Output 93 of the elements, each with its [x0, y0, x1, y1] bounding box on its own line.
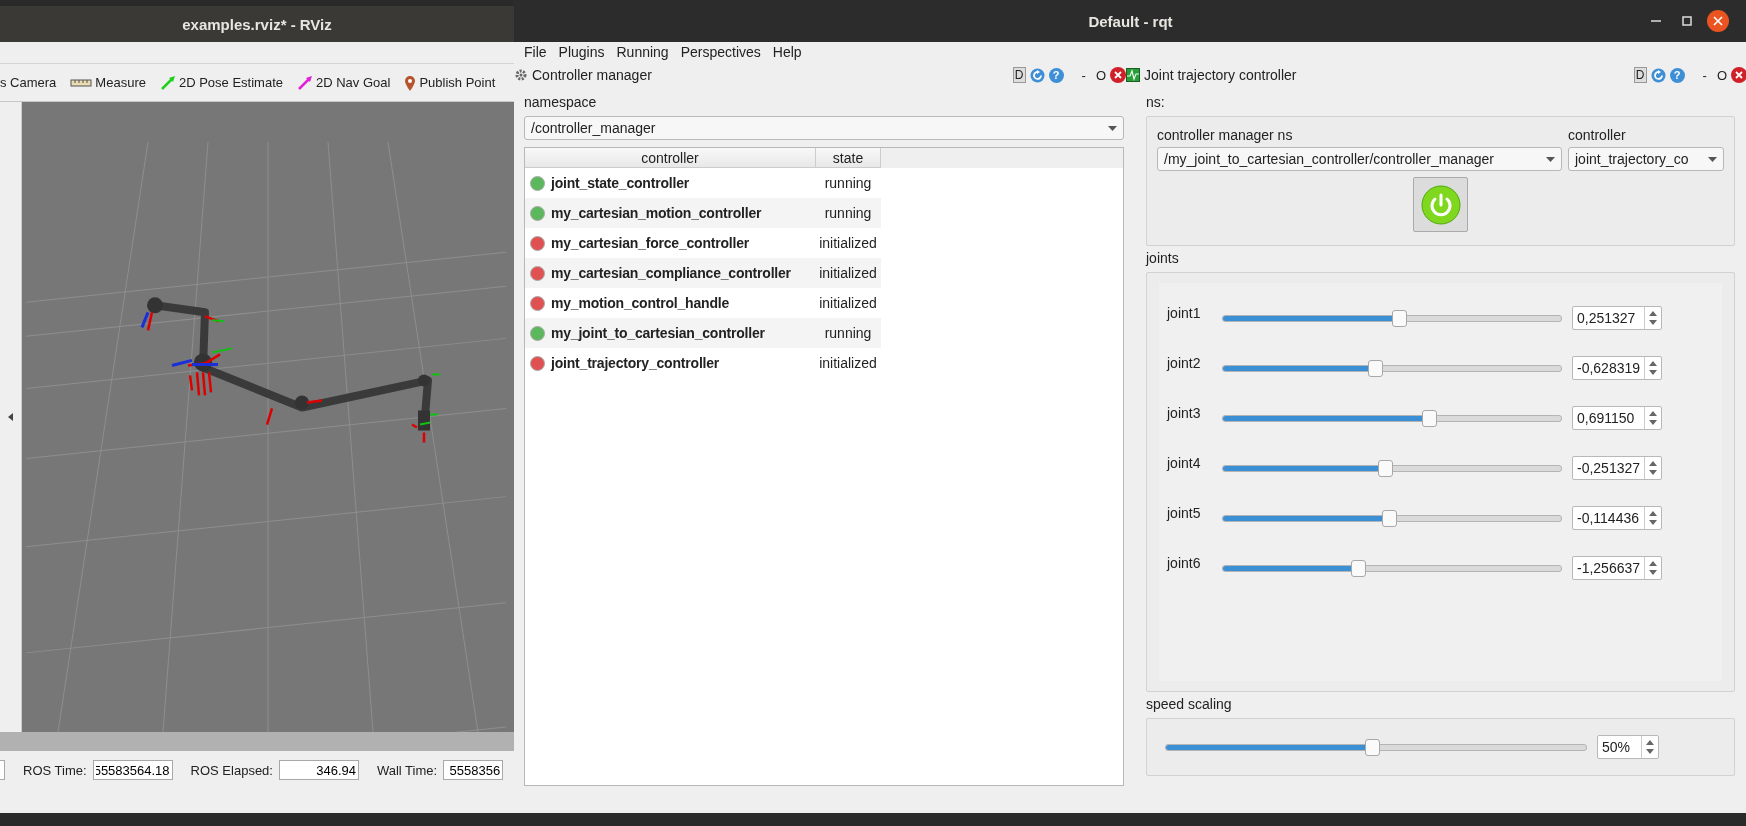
slider-track[interactable]: [1222, 359, 1562, 377]
slider-handle[interactable]: [1351, 559, 1366, 577]
joint-label: joint4: [1167, 455, 1202, 471]
dock-button[interactable]: D: [1012, 67, 1026, 83]
slider-track[interactable]: [1165, 738, 1587, 756]
maximize-icon[interactable]: [1682, 16, 1692, 26]
table-cell-text: running: [823, 205, 873, 221]
caret-icon: [1546, 156, 1555, 162]
tool-button[interactable]: Publish Point: [398, 70, 502, 95]
slider-handle[interactable]: [1391, 309, 1407, 327]
table-cell: my_motion_control_handle: [551, 295, 729, 311]
table-cell: my_cartesian_force_controller: [551, 235, 750, 251]
arrow-icon: [297, 74, 313, 91]
section-label: joints: [1146, 249, 1180, 268]
table-cell: joint_state_controller: [551, 175, 689, 191]
number-field[interactable]: 0,251327: [1572, 306, 1662, 330]
restore-button[interactable]: O: [1716, 67, 1727, 83]
map-pin-icon: [404, 74, 417, 91]
number-field[interactable]: -0,628319: [1572, 356, 1662, 380]
slider-handle[interactable]: [1381, 509, 1397, 527]
slider-track[interactable]: [1222, 559, 1562, 577]
slider-track[interactable]: [1222, 509, 1562, 527]
number-field[interactable]: 50%: [1597, 735, 1659, 759]
minimize-button[interactable]: -: [1702, 67, 1707, 83]
tool-button[interactable]: Measure: [64, 71, 152, 94]
collapse-arrow-icon[interactable]: [8, 413, 13, 421]
table-cell-text: initialized: [818, 295, 878, 311]
joint-label: joint3: [1167, 405, 1202, 421]
time-field[interactable]: 346.94: [278, 760, 359, 780]
slider-handle[interactable]: [1422, 409, 1438, 427]
refresh-icon[interactable]: [1650, 67, 1666, 83]
menu-item[interactable]: Plugins: [552, 44, 611, 60]
table-cell-text: running: [823, 325, 873, 341]
number-field[interactable]: 0,691150: [1572, 406, 1662, 430]
slider-track[interactable]: [1222, 409, 1562, 427]
menu-item[interactable]: Help: [766, 44, 808, 60]
time-field[interactable]: 5558356: [443, 760, 504, 780]
column-header[interactable]: controller: [525, 148, 816, 168]
table-cell-text: initialized: [818, 265, 878, 281]
table-cell: my_cartesian_compliance_controller: [551, 265, 791, 281]
joint-label: joint1: [1167, 305, 1202, 321]
tool-button[interactable]: s Camera: [0, 71, 63, 94]
number-field[interactable]: -0,114436: [1572, 506, 1662, 530]
joint-label: joint2: [1167, 355, 1202, 371]
minimize-button[interactable]: -: [1081, 67, 1086, 83]
table-cell-text: running: [823, 175, 873, 191]
table-cell: my_cartesian_motion_controller: [551, 205, 762, 221]
close-icon[interactable]: [1707, 10, 1729, 32]
arrow-icon: [159, 74, 176, 91]
refresh-icon[interactable]: [1029, 67, 1045, 83]
caret-icon: [1108, 125, 1117, 131]
chart-icon: [1126, 68, 1140, 82]
table-cell: my_joint_to_cartesian_controller: [551, 325, 765, 341]
section-label: speed scaling: [1146, 695, 1233, 714]
panel-title: Joint trajectory controller: [1144, 67, 1298, 83]
namespace-dropdown[interactable]: /my_joint_to_cartesian_controller/controller_manager: [1157, 147, 1562, 171]
column-header[interactable]: state: [816, 148, 881, 168]
window-title: Default - rqt: [1088, 12, 1173, 30]
power-icon: [1420, 184, 1461, 225]
menu-item[interactable]: Running: [610, 44, 675, 60]
field-label: ROS Time:: [23, 762, 87, 778]
number-field[interactable]: -1,256637: [1572, 556, 1662, 580]
menu-item[interactable]: Perspectives: [674, 44, 767, 60]
joint-label: joint5: [1167, 505, 1202, 521]
slider-handle[interactable]: [1368, 359, 1383, 377]
number-field[interactable]: -0,251327: [1572, 456, 1662, 480]
namespace-dropdown[interactable]: /controller_manager: [524, 116, 1124, 140]
slider-handle[interactable]: [1364, 738, 1380, 756]
table-cell-text: initialized: [818, 235, 878, 251]
caret-icon: [1708, 156, 1717, 162]
restore-button[interactable]: O: [1095, 67, 1106, 83]
table-cell-text: initialized: [818, 355, 878, 371]
input-field[interactable]: [0, 760, 5, 780]
slider-track[interactable]: [1222, 309, 1562, 327]
field-label: ROS Elapsed:: [190, 762, 273, 778]
table-cell: joint_trajectory_controller: [551, 355, 720, 371]
tool-button[interactable]: 2D Nav Goal: [291, 70, 397, 95]
panel-title: Controller manager: [532, 67, 653, 83]
gear-icon: [514, 68, 528, 82]
field-label: controller: [1568, 126, 1627, 145]
window-title: examples.rviz* - RViz: [182, 15, 332, 33]
field-label: Wall Time:: [376, 762, 438, 778]
field-label: controller manager ns: [1157, 126, 1294, 145]
field-label: namespace: [524, 93, 598, 112]
joint-label: joint6: [1167, 555, 1202, 571]
dock-button[interactable]: D: [1633, 67, 1647, 83]
section-label: ns:: [1146, 93, 1166, 112]
tool-button[interactable]: 2D Pose Estimate: [153, 70, 289, 95]
power-button[interactable]: [1413, 177, 1468, 232]
slider-track[interactable]: [1222, 459, 1562, 477]
slider-handle[interactable]: [1378, 459, 1394, 477]
menu-item[interactable]: File: [518, 44, 553, 60]
controller-dropdown[interactable]: joint_trajectory_co: [1568, 147, 1724, 171]
